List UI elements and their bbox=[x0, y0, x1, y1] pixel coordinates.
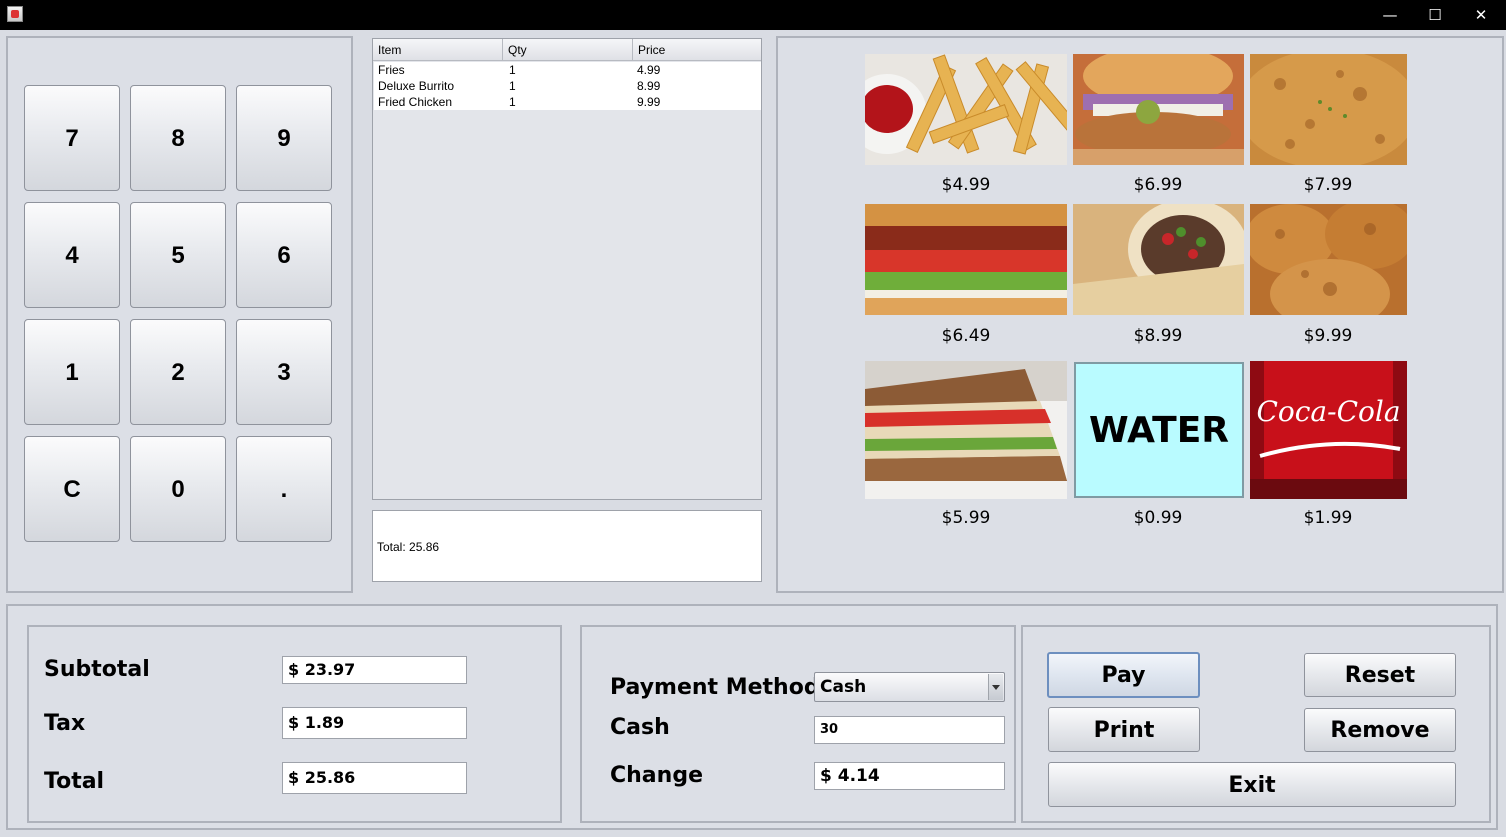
price-tuna-sandwich: $5.99 bbox=[941, 508, 991, 528]
blt-image[interactable] bbox=[865, 204, 1067, 315]
order-total-textarea[interactable]: Total: 25.86 bbox=[372, 510, 762, 582]
exit-button[interactable]: Exit bbox=[1048, 762, 1456, 807]
key-5[interactable]: 5 bbox=[130, 202, 226, 308]
price-water: $0.99 bbox=[1133, 508, 1183, 528]
price-fried-chicken: $9.99 bbox=[1303, 326, 1353, 346]
burrito-image[interactable] bbox=[1073, 204, 1244, 315]
row-item: Fries bbox=[378, 63, 405, 77]
column-header-price[interactable]: Price bbox=[633, 39, 761, 61]
key-6[interactable]: 6 bbox=[236, 202, 332, 308]
keypad-panel: 7 8 9 4 5 6 1 2 3 C 0 . bbox=[6, 36, 353, 593]
chevron-down-icon[interactable] bbox=[988, 674, 1003, 700]
row-qty: 1 bbox=[509, 63, 516, 77]
price-chicken-sandwich: $6.99 bbox=[1133, 175, 1183, 195]
tuna-sandwich-image[interactable] bbox=[865, 361, 1067, 499]
key-2[interactable]: 2 bbox=[130, 319, 226, 425]
coca-cola-logo-text: Coca-Cola bbox=[1256, 395, 1401, 428]
payment-method-value: Cash bbox=[820, 677, 867, 697]
row-qty: 1 bbox=[509, 79, 516, 93]
total-field[interactable]: $ 25.86 bbox=[282, 762, 467, 794]
tax-field[interactable]: $ 1.89 bbox=[282, 707, 467, 739]
fried-chicken-image[interactable] bbox=[1250, 204, 1407, 315]
column-header-qty[interactable]: Qty bbox=[503, 39, 633, 61]
coca-cola-image[interactable]: Coca-Cola bbox=[1250, 361, 1407, 499]
key-1[interactable]: 1 bbox=[24, 319, 120, 425]
key-7[interactable]: 7 bbox=[24, 85, 120, 191]
print-button[interactable]: Print bbox=[1048, 707, 1200, 752]
price-fries: $4.99 bbox=[941, 175, 991, 195]
remove-button[interactable]: Remove bbox=[1304, 708, 1456, 752]
subtotal-label: Subtotal bbox=[44, 657, 150, 682]
tax-label: Tax bbox=[44, 711, 86, 736]
pay-button[interactable]: Pay bbox=[1047, 652, 1200, 698]
minimize-icon[interactable]: — bbox=[1367, 0, 1413, 30]
cash-label: Cash bbox=[610, 715, 670, 740]
payment-method-label: Payment Method bbox=[610, 675, 820, 700]
payment-method-select[interactable]: Cash bbox=[814, 672, 1005, 702]
key-9[interactable]: 9 bbox=[236, 85, 332, 191]
price-schnitzel: $7.99 bbox=[1303, 175, 1353, 195]
key-decimal[interactable]: . bbox=[236, 436, 332, 542]
price-coca-cola: $1.99 bbox=[1303, 508, 1353, 528]
row-price: 8.99 bbox=[637, 79, 661, 93]
table-row[interactable]: Fried Chicken 1 9.99 bbox=[374, 94, 761, 110]
row-price: 4.99 bbox=[637, 63, 661, 77]
cash-input[interactable]: 30 bbox=[814, 716, 1005, 744]
table-row[interactable]: Fries 1 4.99 bbox=[374, 62, 761, 78]
row-price: 9.99 bbox=[637, 95, 661, 109]
water-label: WATER bbox=[1088, 410, 1230, 451]
change-label: Change bbox=[610, 763, 703, 788]
order-table[interactable]: Item Qty Price Fries 1 4.99 Deluxe Burri… bbox=[372, 38, 762, 500]
totals-panel: Subtotal Tax Total $ 23.97 $ 1.89 $ 25.8… bbox=[27, 625, 562, 823]
title-bar: — ☐ ✕ bbox=[0, 0, 1506, 30]
price-burrito: $8.99 bbox=[1133, 326, 1183, 346]
key-3[interactable]: 3 bbox=[236, 319, 332, 425]
reset-button[interactable]: Reset bbox=[1304, 653, 1456, 697]
key-8[interactable]: 8 bbox=[130, 85, 226, 191]
price-blt: $6.49 bbox=[941, 326, 991, 346]
payment-panel: Payment Method Cash Change 30 $ 4.14 bbox=[580, 625, 1016, 823]
total-label: Total bbox=[44, 769, 105, 794]
column-header-item[interactable]: Item bbox=[373, 39, 503, 61]
key-4[interactable]: 4 bbox=[24, 202, 120, 308]
water-button[interactable]: WATER bbox=[1074, 362, 1244, 498]
row-qty: 1 bbox=[509, 95, 516, 109]
maximize-icon[interactable]: ☐ bbox=[1412, 0, 1458, 30]
key-0[interactable]: 0 bbox=[130, 436, 226, 542]
row-item: Fried Chicken bbox=[378, 95, 453, 109]
change-field[interactable]: $ 4.14 bbox=[814, 762, 1005, 790]
row-item: Deluxe Burrito bbox=[378, 79, 455, 93]
schnitzel-image[interactable] bbox=[1250, 54, 1407, 165]
subtotal-field[interactable]: $ 23.97 bbox=[282, 656, 467, 684]
table-row[interactable]: Deluxe Burrito 1 8.99 bbox=[374, 78, 761, 94]
close-icon[interactable]: ✕ bbox=[1458, 0, 1504, 30]
chicken-sandwich-image[interactable] bbox=[1073, 54, 1244, 165]
key-clear[interactable]: C bbox=[24, 436, 120, 542]
java-app-icon bbox=[7, 6, 23, 22]
fries-image[interactable] bbox=[865, 54, 1067, 165]
